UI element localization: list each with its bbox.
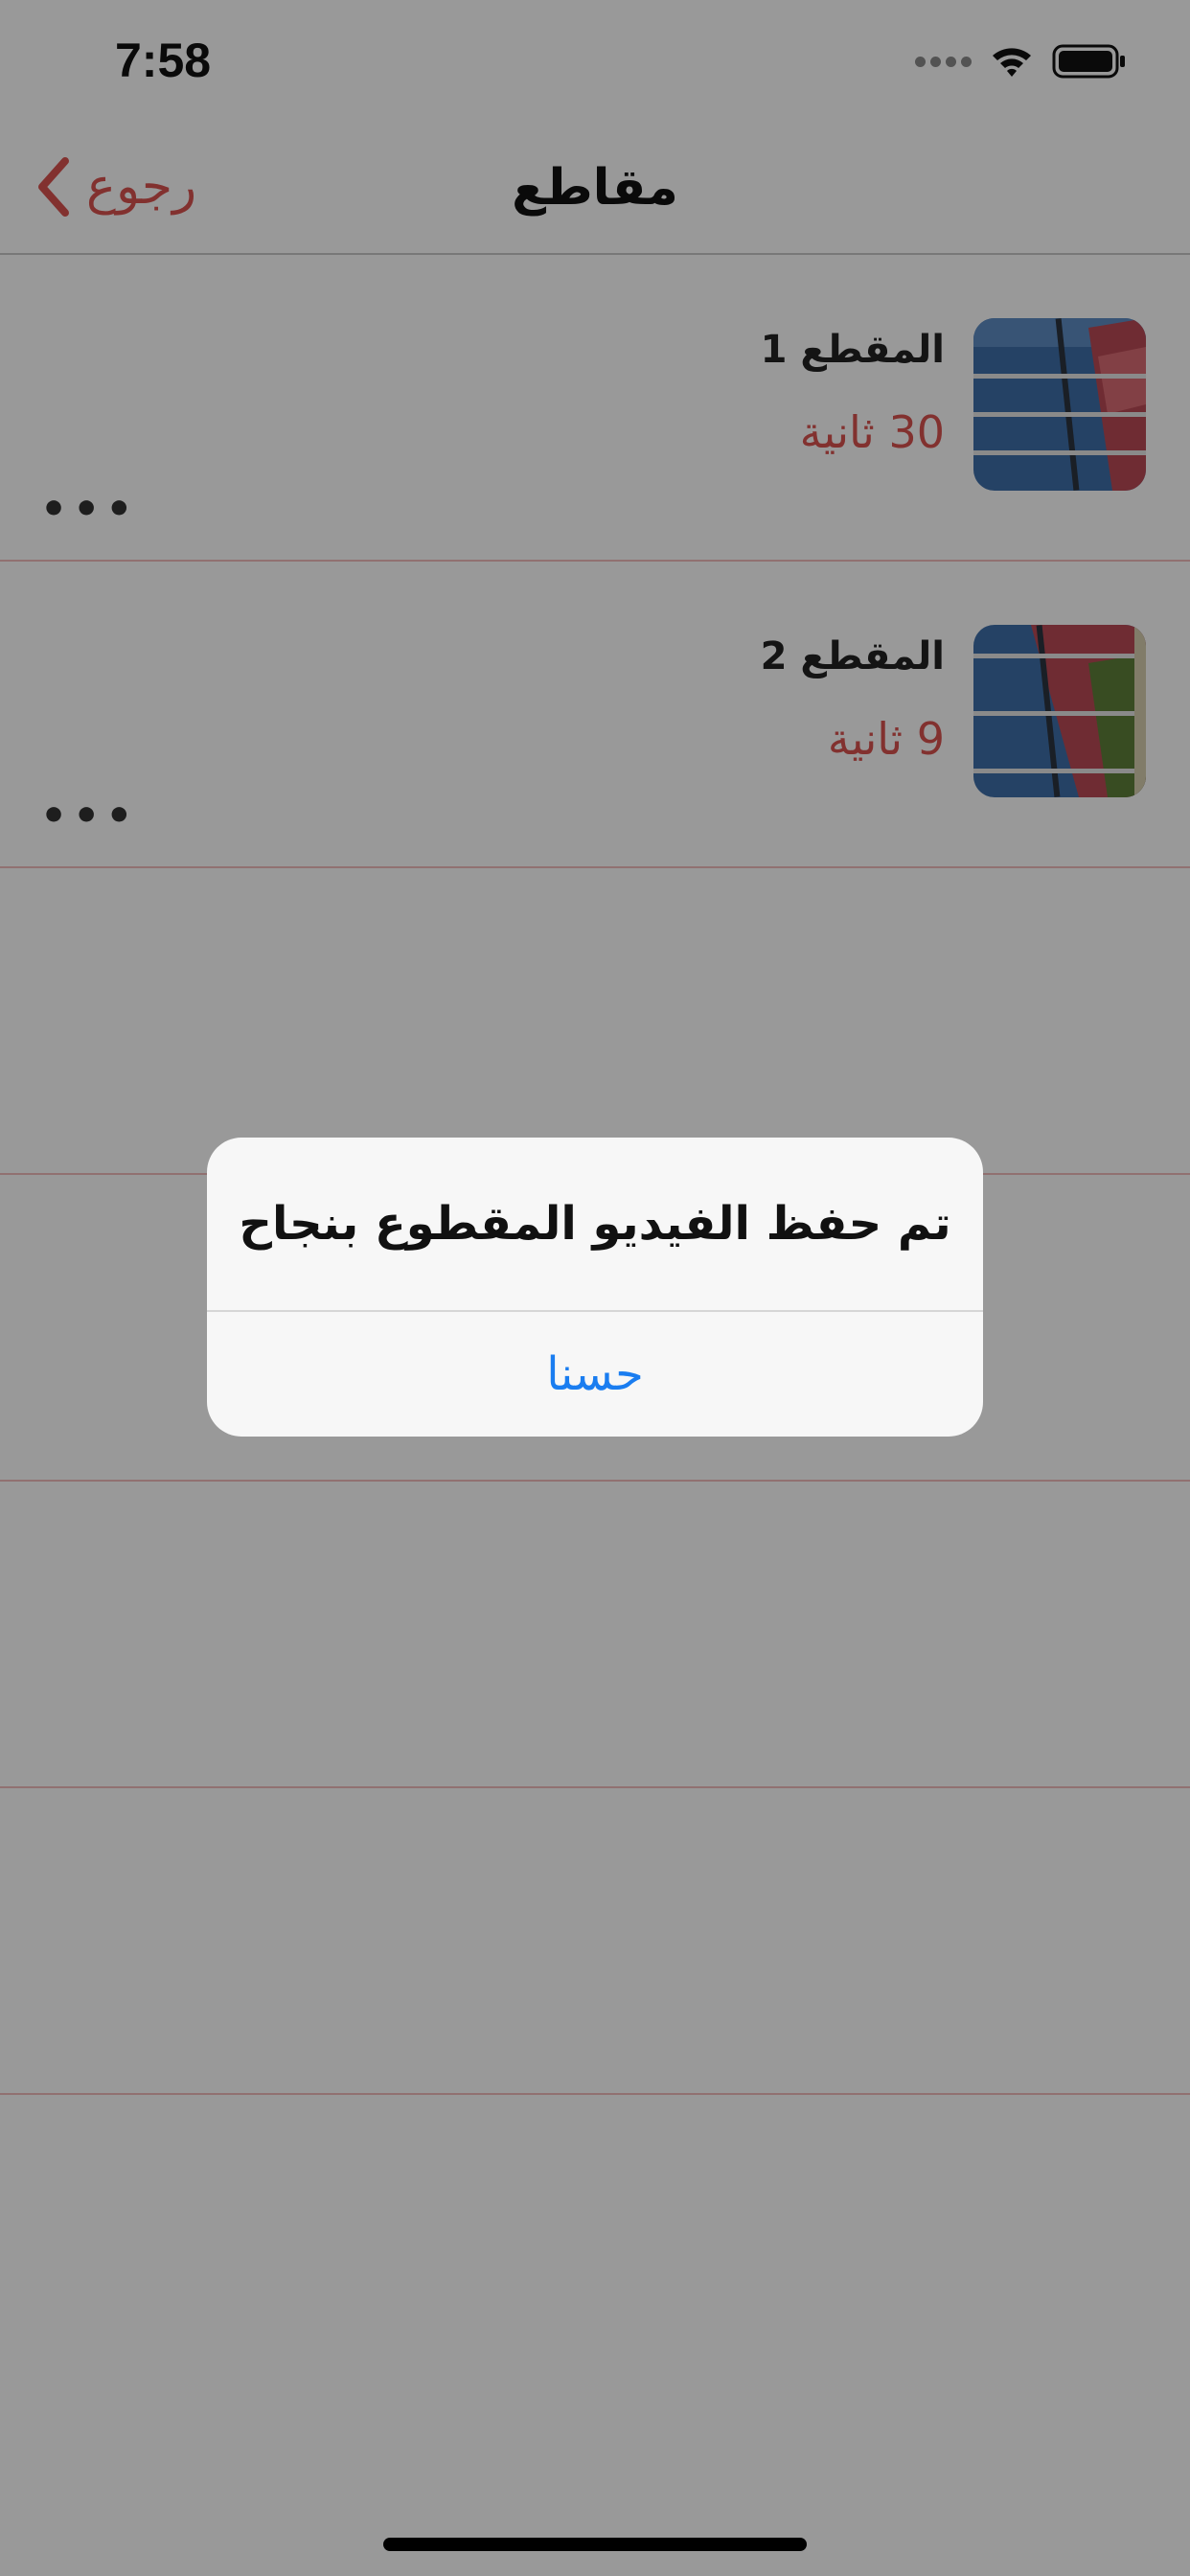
- alert-dialog: تم حفظ الفيديو المقطوع بنجاح حسنا: [207, 1138, 983, 1437]
- alert-ok-button[interactable]: حسنا: [207, 1312, 983, 1437]
- home-indicator[interactable]: [383, 2538, 807, 2551]
- alert-message: تم حفظ الفيديو المقطوع بنجاح: [239, 1197, 951, 1251]
